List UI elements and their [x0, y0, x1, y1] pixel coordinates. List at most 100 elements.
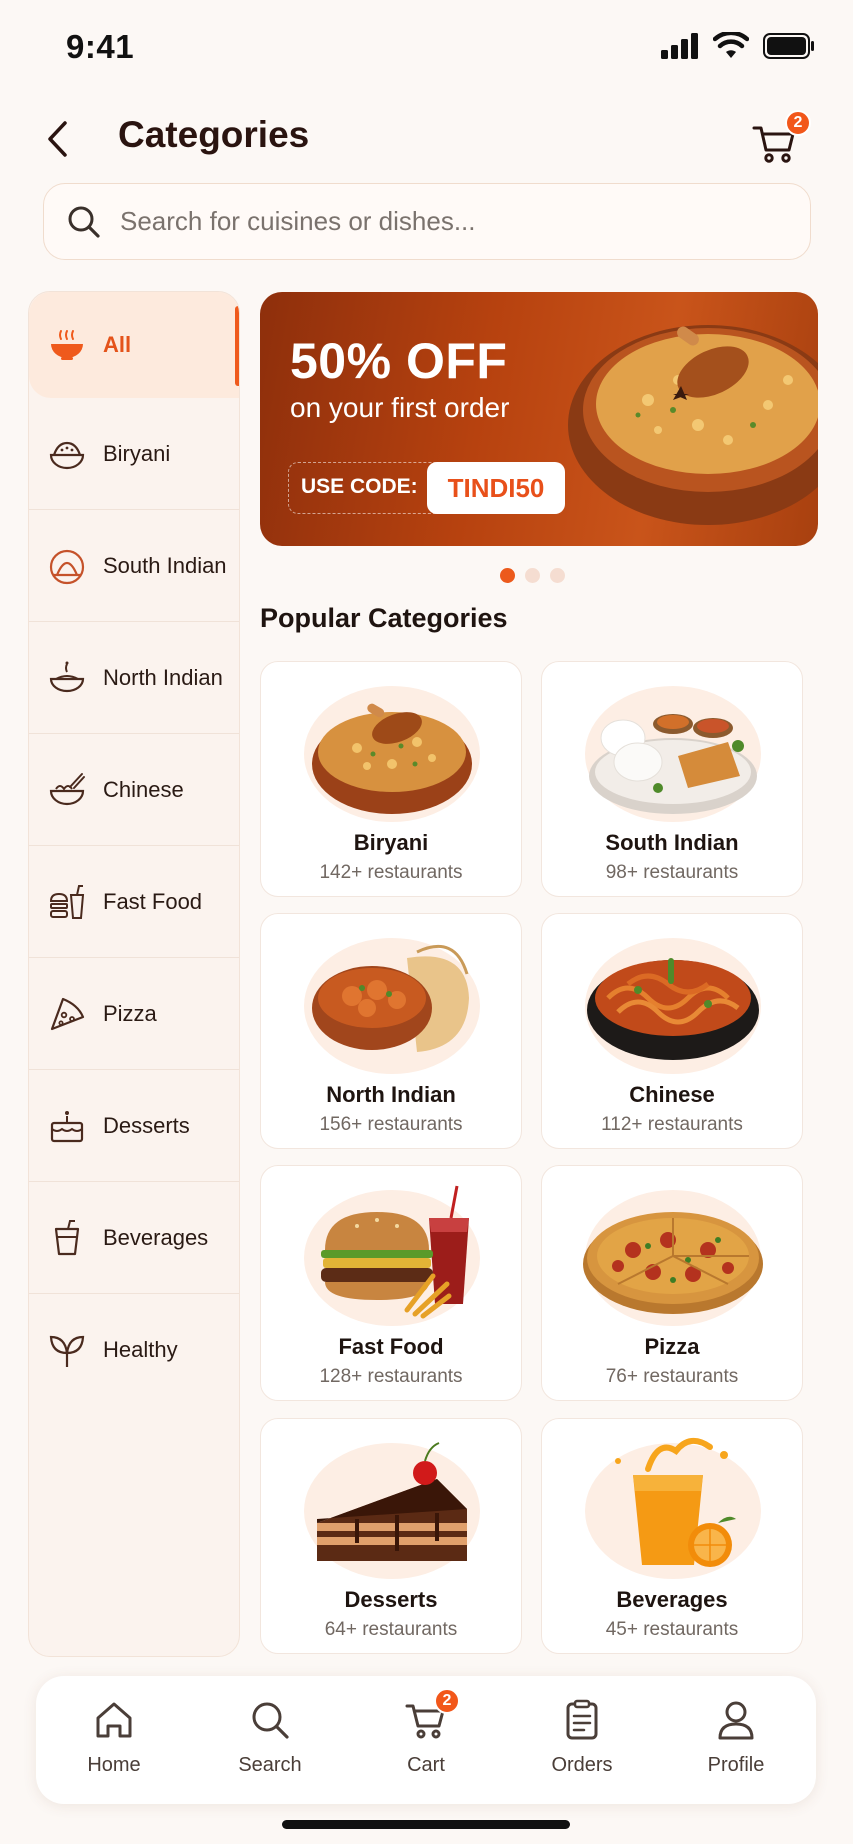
code-value: TINDI50 — [427, 462, 565, 514]
chevron-left-icon — [48, 121, 67, 157]
sidebar-item-biryani[interactable]: Biryani — [29, 398, 239, 510]
fast-food-image — [304, 1185, 480, 1326]
sidebar-item-chinese[interactable]: Chinese — [29, 734, 239, 846]
sidebar-item-south-indian[interactable]: South Indian — [29, 510, 239, 622]
pizza-slice-icon — [47, 994, 87, 1034]
nav-label: Home — [87, 1754, 141, 1776]
card-count: 156+ restaurants — [319, 1114, 463, 1135]
south-indian-image — [585, 686, 761, 822]
promo-code-box[interactable]: USE CODE: TINDI50 — [288, 462, 565, 514]
status-bar: 9:41 — [0, 0, 853, 96]
sidebar-item-pizza[interactable]: Pizza — [29, 958, 239, 1070]
nav-label: Cart — [407, 1754, 445, 1776]
sidebar-item-desserts[interactable]: Desserts — [29, 1070, 239, 1182]
sidebar-item-fast-food[interactable]: Fast Food — [29, 846, 239, 958]
cart-badge: 2 — [785, 110, 811, 136]
category-sidebar: All Biryani South Indian North Indian Ch… — [28, 291, 240, 1657]
card-count: 112+ restaurants — [601, 1114, 743, 1135]
biryani-bowl-image — [568, 325, 818, 525]
category-card-chinese[interactable]: Chinese 112+ restaurants — [541, 913, 803, 1149]
dessert-cake-image — [304, 1442, 480, 1579]
north-indian-image — [304, 938, 480, 1074]
carousel-dots — [500, 568, 565, 583]
search-input[interactable] — [120, 206, 760, 237]
dosa-icon — [47, 546, 87, 586]
sidebar-item-label: Healthy — [103, 1337, 178, 1362]
nav-home[interactable]: Home — [54, 1698, 174, 1788]
cart-badge: 2 — [434, 1688, 460, 1714]
section-title: Popular Categories — [260, 603, 508, 633]
carousel-dot[interactable] — [525, 568, 540, 583]
noodles-icon — [47, 770, 87, 810]
category-card-south-indian[interactable]: South Indian 98+ restaurants — [541, 661, 803, 897]
status-time: 9:41 — [66, 28, 135, 65]
banner-headline: 50% OFF — [290, 333, 508, 389]
sidebar-item-label: Biryani — [103, 440, 171, 466]
cup-icon — [47, 1218, 87, 1258]
promo-banner[interactable]: 50% OFF on your first order USE CODE: TI… — [260, 292, 818, 546]
card-name: South Indian — [605, 830, 739, 855]
sidebar-item-label: South Indian — [103, 552, 227, 578]
cart-icon: 2 — [404, 1688, 460, 1742]
nav-cart[interactable]: 2 Cart — [366, 1688, 486, 1788]
status-icons — [661, 32, 815, 60]
home-indicator — [282, 1820, 570, 1829]
category-card-desserts[interactable]: Desserts 64+ restaurants — [260, 1418, 522, 1654]
active-indicator — [235, 306, 239, 386]
signal-icon — [661, 33, 698, 59]
category-card-beverages[interactable]: Beverages 45+ restaurants — [541, 1418, 803, 1654]
nav-label: Search — [238, 1754, 302, 1776]
sidebar-item-label: Fast Food — [103, 888, 203, 914]
search-icon — [248, 1698, 292, 1742]
sidebar-item-label: Pizza — [103, 1000, 157, 1026]
nav-orders[interactable]: Orders — [522, 1698, 642, 1788]
header: Categories 2 — [0, 100, 853, 180]
sidebar-item-label: All — [103, 332, 132, 357]
category-card-north-indian[interactable]: North Indian 156+ restaurants — [260, 913, 522, 1149]
card-count: 45+ restaurants — [605, 1619, 739, 1640]
card-name: Desserts — [344, 1587, 438, 1612]
category-card-fast-food[interactable]: Fast Food 128+ restaurants — [260, 1165, 522, 1401]
sidebar-item-label: Chinese — [103, 776, 184, 802]
back-button[interactable] — [38, 114, 78, 164]
sidebar-item-label: Desserts — [103, 1112, 190, 1138]
burger-drink-icon — [47, 882, 87, 922]
search-bar[interactable] — [43, 183, 811, 260]
sidebar-item-healthy[interactable]: Healthy — [29, 1294, 239, 1406]
card-count: 128+ restaurants — [319, 1366, 463, 1387]
home-icon — [92, 1698, 136, 1742]
category-card-pizza[interactable]: Pizza 76+ restaurants — [541, 1165, 803, 1401]
card-name: North Indian — [326, 1082, 456, 1107]
nav-label: Orders — [551, 1754, 613, 1776]
code-label: USE CODE: — [301, 475, 418, 498]
orange-juice-image — [585, 1438, 761, 1579]
nav-profile[interactable]: Profile — [676, 1698, 796, 1788]
card-name: Biryani — [353, 830, 429, 855]
page-title: Categories — [118, 114, 310, 155]
card-count: 64+ restaurants — [324, 1619, 458, 1640]
sidebar-item-all[interactable]: All — [29, 292, 239, 398]
sidebar-item-beverages[interactable]: Beverages — [29, 1182, 239, 1294]
battery-icon — [763, 33, 814, 59]
carousel-dot[interactable] — [550, 568, 565, 583]
bowl-icon — [47, 325, 87, 365]
card-count: 76+ restaurants — [605, 1366, 739, 1387]
nav-search[interactable]: Search — [210, 1698, 330, 1788]
leaf-icon — [47, 1330, 87, 1370]
card-count: 98+ restaurants — [605, 862, 739, 883]
card-name: Pizza — [644, 1334, 700, 1359]
card-name: Beverages — [616, 1587, 728, 1612]
cake-icon — [47, 1106, 87, 1146]
curry-bowl-icon — [47, 658, 87, 698]
pizza-image — [583, 1190, 763, 1326]
nav-label: Profile — [707, 1754, 765, 1776]
category-card-biryani[interactable]: Biryani 142+ restaurants — [260, 661, 522, 897]
biryani-image — [304, 686, 480, 822]
search-icon — [68, 206, 100, 238]
wifi-icon — [713, 32, 749, 58]
sidebar-item-label: North Indian — [103, 664, 223, 690]
chinese-noodles-image — [585, 938, 761, 1074]
sidebar-item-north-indian[interactable]: North Indian — [29, 622, 239, 734]
header-cart-button[interactable]: 2 — [751, 110, 811, 164]
carousel-dot[interactable] — [500, 568, 515, 583]
